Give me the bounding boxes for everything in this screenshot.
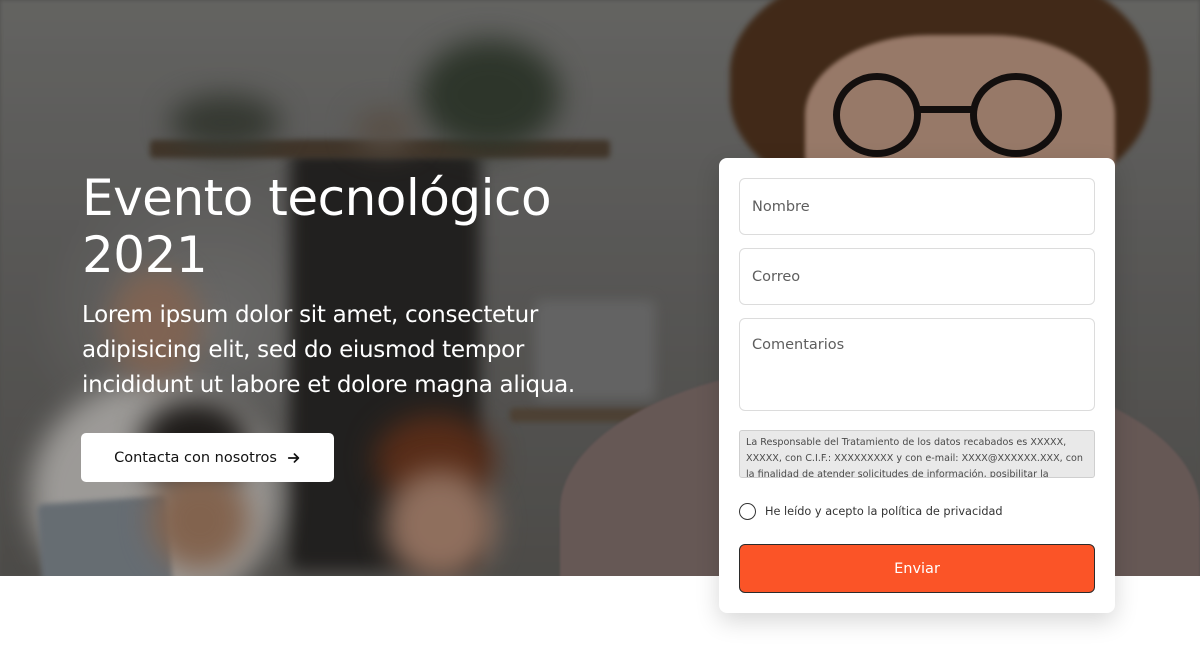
privacy-consent-label[interactable]: He leído y acepto la política de privaci… [765,505,1003,518]
comments-textarea[interactable] [739,318,1095,411]
hero-title: Evento tecnológico 2021 [82,169,552,284]
submit-button[interactable]: Enviar [739,544,1095,593]
contact-form: La Responsable del Tratamiento de los da… [719,158,1115,613]
name-input[interactable] [739,178,1095,235]
arrow-right-icon [287,452,300,463]
privacy-legal-text[interactable]: La Responsable del Tratamiento de los da… [739,430,1095,478]
contact-us-label: Contacta con nosotros [114,449,277,466]
contact-us-button[interactable]: Contacta con nosotros [81,433,334,482]
privacy-consent: He leído y acepto la política de privaci… [739,503,1003,520]
hero-description: Lorem ipsum dolor sit amet, consectetur … [82,302,575,398]
email-input[interactable] [739,248,1095,305]
privacy-consent-radio[interactable] [739,503,756,520]
